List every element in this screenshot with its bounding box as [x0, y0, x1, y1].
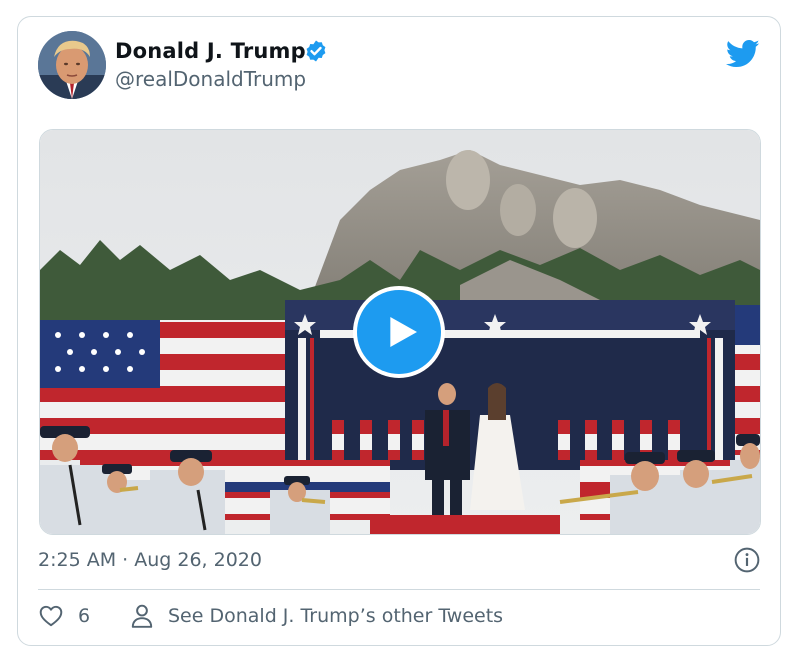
video-player[interactable] — [39, 129, 761, 535]
see-other-tweets-label: See Donald J. Trump’s other Tweets — [168, 605, 504, 627]
see-other-tweets-link[interactable]: See Donald J. Trump’s other Tweets — [130, 603, 503, 629]
tweet-timestamp[interactable]: 2:25 AM · Aug 26, 2020 — [38, 549, 262, 571]
twitter-bird-icon[interactable] — [726, 39, 760, 69]
play-button[interactable] — [353, 286, 445, 378]
person-icon — [131, 604, 153, 628]
info-icon[interactable] — [734, 547, 760, 573]
tweet-card[interactable]: Donald J. Trump @realDonaldTrump 2:25 AM… — [17, 16, 781, 646]
author-name[interactable]: Donald J. Trump — [115, 39, 306, 63]
play-icon — [390, 317, 417, 347]
author-avatar[interactable] — [38, 31, 106, 99]
verified-badge-icon — [306, 40, 326, 62]
like-button[interactable]: 6 — [38, 603, 90, 629]
heart-icon — [39, 605, 63, 627]
divider — [38, 589, 760, 590]
like-count: 6 — [78, 605, 91, 627]
author-handle[interactable]: @realDonaldTrump — [115, 67, 306, 91]
